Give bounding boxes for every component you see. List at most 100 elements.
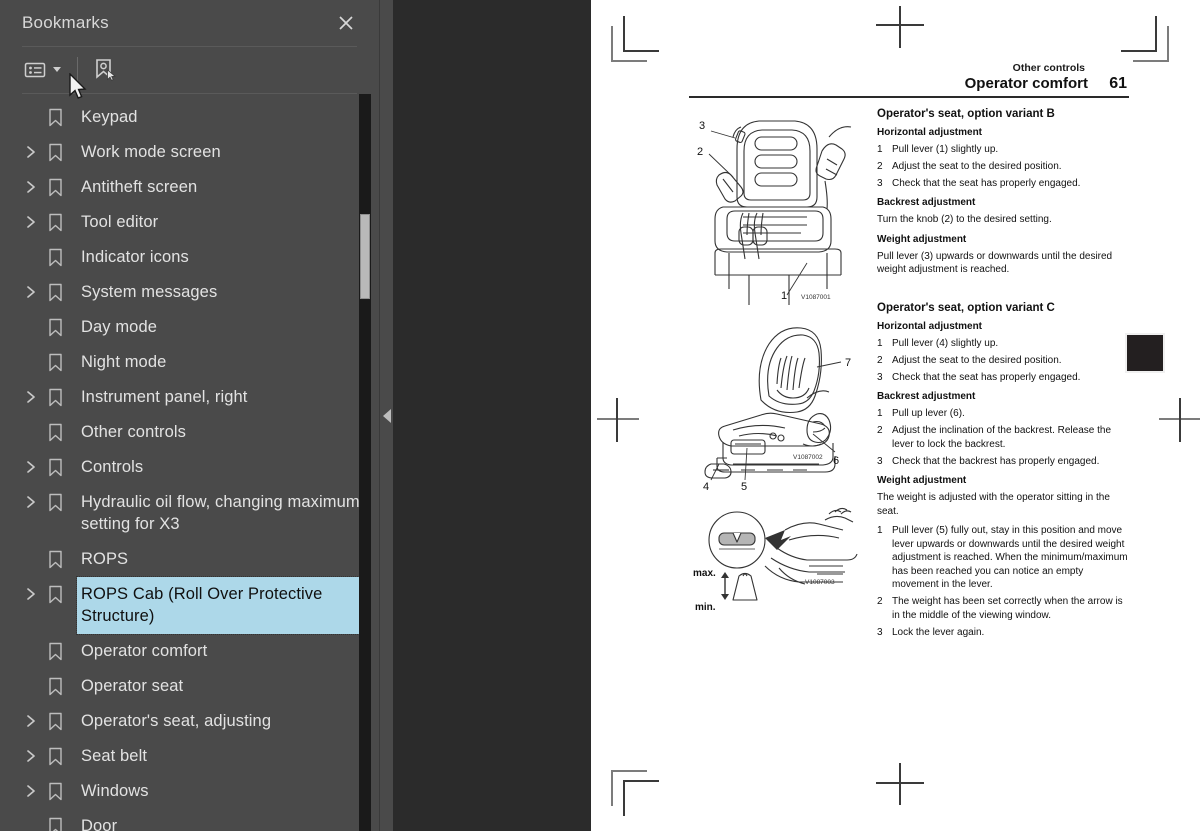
bookmark-label: Operator seat: [81, 676, 184, 695]
figure-label-max: max.: [693, 568, 716, 579]
bookmark-item[interactable]: Operator's seat, adjusting: [0, 704, 379, 739]
bookmark-icon: [44, 809, 72, 831]
list-item-number: 3: [877, 455, 883, 467]
bookmark-icon: [44, 100, 72, 135]
section-heading: Weight adjustment: [877, 475, 967, 487]
chevron-right-icon[interactable]: [18, 704, 44, 739]
content-block: Operator's seat, option variant C Horizon…: [877, 301, 1129, 640]
bookmark-item[interactable]: ROPS Cab (Roll Over Protective Structure…: [0, 575, 379, 635]
bookmark-label: System messages: [81, 282, 218, 301]
bookmarks-list: Keypad Work mode screen Antitheft screen To…: [0, 93, 379, 831]
bookmark-icon: [44, 380, 72, 415]
bookmark-item[interactable]: Instrument panel, right: [0, 380, 379, 415]
chevron-right-icon[interactable]: [18, 380, 44, 415]
block-title: Operator's seat, option variant C: [877, 301, 1055, 314]
bookmark-item[interactable]: Keypad: [0, 100, 379, 135]
bookmark-item[interactable]: Hydraulic oil flow, changing maximum set…: [0, 485, 379, 542]
header-rule: [689, 96, 1129, 98]
chevron-right-icon[interactable]: [18, 577, 44, 612]
chevron-right-icon[interactable]: [18, 170, 44, 205]
bookmark-label: Antitheft screen: [81, 177, 198, 196]
list-item-number: 3: [877, 177, 883, 189]
chevron-down-icon[interactable]: [53, 67, 61, 73]
bookmark-icon: [44, 275, 72, 310]
page-content: Other controls Operator comfort 61 3 2 1…: [689, 62, 1129, 649]
section-heading: Horizontal adjustment: [877, 126, 983, 138]
list-item: 3 Check that the seat has properly engage…: [877, 177, 1129, 191]
figure-callout: 3: [699, 120, 705, 132]
bookmark-item[interactable]: Windows: [0, 774, 379, 809]
list-item-text: Pull lever (5) fully out, stay in this p…: [892, 525, 1128, 591]
figure-callout: 4: [703, 481, 709, 493]
chevron-right-icon[interactable]: [18, 774, 44, 809]
sidebar-scrollbar[interactable]: [359, 93, 371, 831]
bookmark-label: Tool editor: [81, 212, 159, 231]
list-item: 2 Adjust the inclination of the backrest.…: [877, 424, 1129, 451]
close-icon[interactable]: [333, 10, 359, 36]
list-item: 2 Adjust the seat to the desired position…: [877, 354, 1129, 368]
page-number: 61: [1109, 75, 1127, 92]
bookmark-label: ROPS: [81, 549, 129, 568]
section-heading: Horizontal adjustment: [877, 320, 983, 332]
chevron-right-icon[interactable]: [18, 739, 44, 774]
bookmark-item[interactable]: System messages: [0, 275, 379, 310]
list-item: 2 The weight has been set correctly when …: [877, 595, 1129, 622]
bookmark-item[interactable]: Antitheft screen: [0, 170, 379, 205]
bookmark-item[interactable]: Other controls: [0, 415, 379, 450]
list-item-text: The weight has been set correctly when t…: [892, 596, 1123, 621]
bookmarks-sidebar: Bookmarks Keypad Work mode screen Antith…: [0, 0, 393, 831]
bookmark-item[interactable]: Operator comfort: [0, 634, 379, 669]
document-viewer[interactable]: Other controls Operator comfort 61 3 2 1…: [393, 0, 1200, 831]
sidebar-collapse-handle[interactable]: [381, 0, 393, 831]
new-bookmark-icon[interactable]: [90, 55, 120, 85]
bookmark-item[interactable]: Day mode: [0, 310, 379, 345]
bookmark-icon: [44, 310, 72, 345]
list-item: 3 Check that the seat has properly engage…: [877, 371, 1129, 385]
figure-callout: 1: [781, 290, 787, 302]
list-item-text: Pull lever (4) slightly up.: [892, 337, 999, 349]
list-item-text: Pull up lever (6).: [892, 408, 965, 420]
bookmark-item[interactable]: Tool editor: [0, 205, 379, 240]
bookmark-item[interactable]: Work mode screen: [0, 135, 379, 170]
bookmark-item[interactable]: Night mode: [0, 345, 379, 380]
list-item-number: 2: [877, 425, 883, 437]
sidebar-scrollbar-thumb[interactable]: [360, 213, 370, 299]
bookmark-label: Operator's seat, adjusting: [81, 711, 272, 730]
bookmark-item[interactable]: Controls: [0, 450, 379, 485]
list-item-text: Lock the lever again.: [892, 626, 985, 638]
page-header: Other controls Operator comfort 61: [689, 62, 1129, 93]
bookmark-label: ROPS Cab (Roll Over Protective Structure…: [76, 575, 362, 635]
bookmark-icon: [44, 345, 72, 380]
pdf-page: Other controls Operator comfort 61 3 2 1…: [591, 0, 1200, 831]
bookmark-item[interactable]: Indicator icons: [0, 240, 379, 275]
bookmark-label: Work mode screen: [81, 142, 221, 161]
bookmark-item[interactable]: Seat belt: [0, 739, 379, 774]
bookmark-item[interactable]: Operator seat: [0, 669, 379, 704]
chevron-right-icon[interactable]: [18, 135, 44, 170]
twisty-spacer: [18, 634, 44, 669]
list-item-text: Adjust the inclination of the backrest. …: [892, 425, 1112, 450]
chevron-right-icon[interactable]: [18, 485, 44, 520]
content-block: Operator's seat, option variant B Horizon…: [877, 107, 1129, 277]
twisty-spacer: [18, 669, 44, 704]
list-item-number: 2: [877, 160, 883, 172]
bookmark-icon: [44, 415, 72, 450]
chevron-right-icon[interactable]: [18, 205, 44, 240]
chevron-right-icon[interactable]: [18, 275, 44, 310]
list-item-text: Check that the seat has properly engaged…: [892, 371, 1081, 383]
bookmark-label: Day mode: [81, 317, 158, 336]
figure-weight-window: max. min. V1087003: [689, 504, 867, 622]
figure-id: V1087003: [805, 579, 835, 586]
bookmark-item[interactable]: ROPS: [0, 542, 379, 577]
figure-callout: 7: [845, 357, 851, 369]
bookmark-item[interactable]: Door: [0, 809, 379, 831]
bookmark-icon: [44, 577, 72, 612]
list-options-icon[interactable]: [22, 55, 63, 85]
bookmark-icon: [44, 542, 72, 577]
twisty-spacer: [18, 542, 44, 577]
chevron-right-icon[interactable]: [18, 450, 44, 485]
bookmark-label: Other controls: [81, 422, 187, 441]
section-paragraph: Turn the knob (2) to the desired setting…: [877, 214, 1052, 226]
section-list: 1 Pull lever (1) slightly up. 2 Adjust the …: [877, 143, 1129, 191]
bookmark-label: Night mode: [81, 352, 167, 371]
